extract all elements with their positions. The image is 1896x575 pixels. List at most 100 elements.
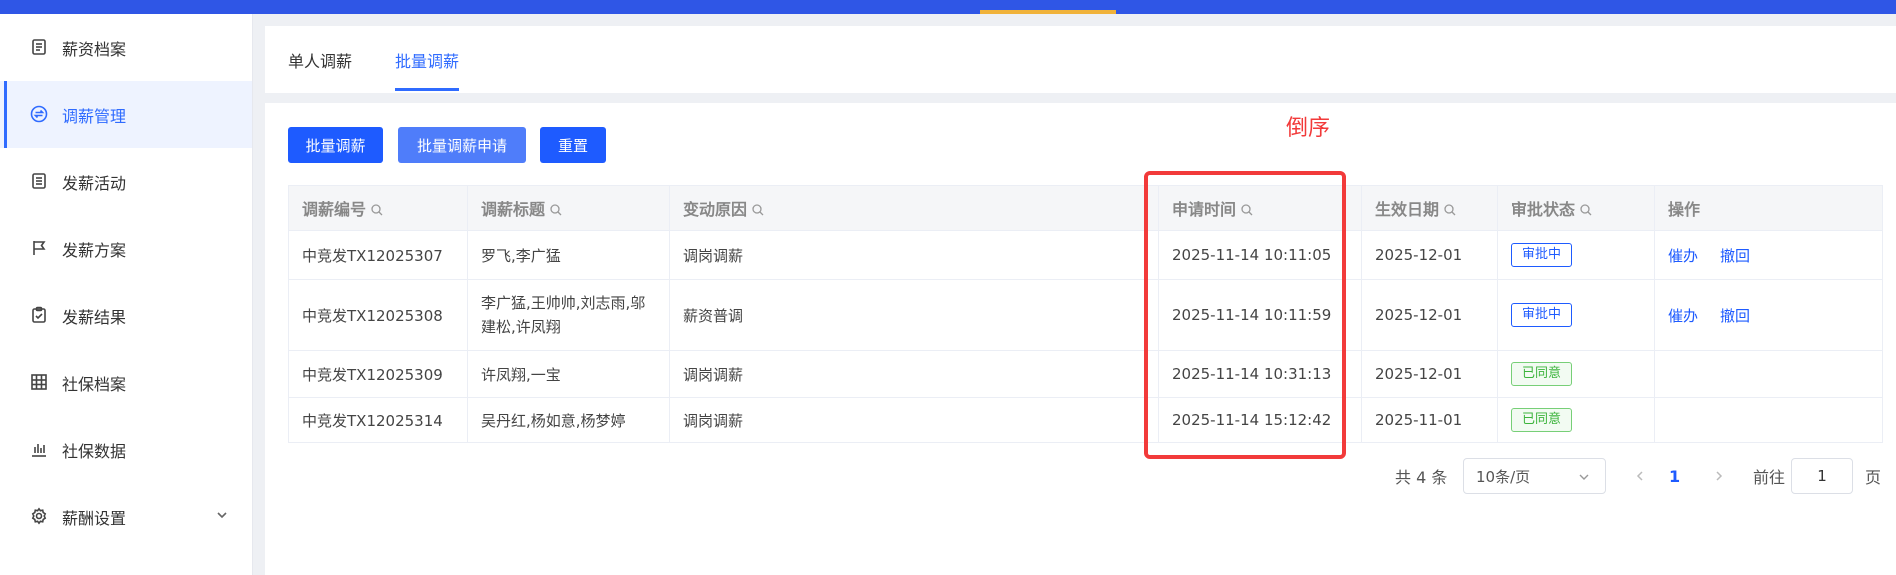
cell-apply-time: 2025-11-14 10:11:59 [1158,279,1362,351]
cell-reason: 调岗调薪 [669,350,1159,398]
sidebar-item-label: 社保档案 [62,374,127,394]
goto-page-input[interactable] [1791,458,1853,494]
cell-actions: 催办 撤回 [1654,230,1883,280]
search-icon[interactable] [752,204,764,216]
sidebar-item-payroll-result[interactable]: 发薪结果 [0,282,252,349]
page-size-value: 10条/页 [1476,467,1531,486]
search-icon[interactable] [1444,204,1456,216]
cell-title: 许凤翔,一宝 [467,350,670,398]
sidebar: 薪资档案 调薪管理 发薪活动 发薪方案 发薪结果 社保档案 社保数据 薪酬设置 [0,14,253,575]
gear-icon [28,505,50,527]
top-bar-active-indicator [980,10,1116,14]
prev-page-icon[interactable] [1634,458,1646,494]
sidebar-item-salary-adjustment[interactable]: 调薪管理 [0,81,252,148]
urge-link[interactable]: 催办 [1668,247,1698,265]
search-icon[interactable] [371,204,383,216]
exchange-icon [28,103,50,125]
cell-id: 中竞发TX12025308 [288,279,468,351]
cell-effective-date: 2025-11-01 [1361,397,1498,443]
cell-effective-date: 2025-12-01 [1361,279,1498,351]
table-row: 中竞发TX12025308 李广猛,王帅帅,刘志雨,邬建松,许凤翔 薪资普调 2… [288,279,1883,351]
cell-id: 中竞发TX12025309 [288,350,468,398]
sidebar-item-salary-archive[interactable]: 薪资档案 [0,14,252,81]
sidebar-item-label: 薪酬设置 [62,508,127,528]
search-icon[interactable] [1580,204,1592,216]
column-header-actions: 操作 [1654,185,1883,231]
document-icon [28,36,50,58]
cell-reason: 调岗调薪 [669,230,1159,280]
cell-status: 已同意 [1497,397,1655,443]
cell-reason: 调岗调薪 [669,397,1159,443]
clipboard-check-icon [28,304,50,326]
tab-bar: 单人调薪 批量调薪 [265,26,1896,93]
column-header-id[interactable]: 调薪编号 [288,185,468,231]
page-suffix-label: 页 [1865,468,1882,487]
sidebar-item-label: 发薪结果 [62,307,127,327]
table-row: 中竞发TX12025309 许凤翔,一宝 调岗调薪 2025-11-14 10:… [288,350,1883,398]
pagination-total: 共 4 条 [1395,468,1448,487]
sidebar-item-social-insurance-data[interactable]: 社保数据 [0,416,252,483]
column-header-status[interactable]: 审批状态 [1497,185,1655,231]
table-row: 中竞发TX12025314 吴丹红,杨如意,杨梦婷 调岗调薪 2025-11-1… [288,397,1883,443]
column-header-reason[interactable]: 变动原因 [669,185,1159,231]
cell-reason: 薪资普调 [669,279,1159,351]
cell-status: 审批中 [1497,279,1655,351]
cell-actions [1654,350,1883,398]
cell-actions: 催办 撤回 [1654,279,1883,351]
cell-id: 中竞发TX12025314 [288,397,468,443]
sidebar-item-label: 发薪活动 [62,173,127,193]
cell-effective-date: 2025-12-01 [1361,350,1498,398]
sidebar-item-compensation-settings[interactable]: 薪酬设置 [0,483,252,550]
cell-actions [1654,397,1883,443]
batch-apply-button[interactable]: 批量调薪申请 [398,127,526,163]
search-icon[interactable] [1241,204,1253,216]
search-icon[interactable] [550,204,562,216]
adjustment-table: 调薪编号 调薪标题 变动原因 申请时间 生效日期 审批状态 操作 中竞发TX12… [288,185,1883,443]
status-badge: 审批中 [1511,243,1573,267]
column-header-title[interactable]: 调薪标题 [467,185,670,231]
page-size-select[interactable]: 10条/页 [1463,458,1606,494]
tab-single-adjustment[interactable]: 单人调薪 [288,26,352,93]
sidebar-item-label: 发薪方案 [62,240,127,260]
sidebar-item-payroll-plan[interactable]: 发薪方案 [0,215,252,282]
reset-button[interactable]: 重置 [540,127,606,163]
annotation-text: 倒序 [1286,116,1331,141]
cell-apply-time: 2025-11-14 10:31:13 [1158,350,1362,398]
chevron-down-icon [1577,470,1591,484]
chevron-down-icon[interactable] [214,507,232,525]
column-header-apply-time[interactable]: 申请时间 [1158,185,1362,231]
bar-chart-icon [28,438,50,460]
building-icon [28,371,50,393]
cell-title: 罗飞,李广猛 [467,230,670,280]
withdraw-link[interactable]: 撤回 [1720,307,1750,325]
sidebar-item-social-insurance-archive[interactable]: 社保档案 [0,349,252,416]
page-number-current[interactable]: 1 [1669,458,1680,494]
top-bar [0,0,1896,14]
cell-effective-date: 2025-12-01 [1361,230,1498,280]
sidebar-item-payroll-activity[interactable]: 发薪活动 [0,148,252,215]
sidebar-item-label: 调薪管理 [62,106,127,126]
status-badge: 已同意 [1511,408,1573,432]
cell-status: 审批中 [1497,230,1655,280]
sidebar-item-label: 社保数据 [62,441,127,461]
cell-title: 吴丹红,杨如意,杨梦婷 [467,397,670,443]
goto-label: 前往 [1753,468,1786,487]
table-header: 调薪编号 调薪标题 变动原因 申请时间 生效日期 审批状态 操作 [288,185,1883,231]
status-badge: 已同意 [1511,362,1573,386]
cell-title: 李广猛,王帅帅,刘志雨,邬建松,许凤翔 [467,279,670,351]
flag-icon [28,237,50,259]
withdraw-link[interactable]: 撤回 [1720,247,1750,265]
list-doc-icon [28,170,50,192]
table-row: 中竞发TX12025307 罗飞,李广猛 调岗调薪 2025-11-14 10:… [288,230,1883,280]
main-content: 批量调薪 批量调薪申请 重置 调薪编号 调薪标题 变动原因 申请时间 生效日期 … [265,103,1896,575]
cell-apply-time: 2025-11-14 10:11:05 [1158,230,1362,280]
cell-apply-time: 2025-11-14 15:12:42 [1158,397,1362,443]
cell-status: 已同意 [1497,350,1655,398]
next-page-icon[interactable] [1713,458,1725,494]
urge-link[interactable]: 催办 [1668,307,1698,325]
batch-adjust-button[interactable]: 批量调薪 [288,127,383,163]
tab-batch-adjustment[interactable]: 批量调薪 [395,26,460,93]
cell-id: 中竞发TX12025307 [288,230,468,280]
column-header-effective-date[interactable]: 生效日期 [1361,185,1498,231]
sidebar-item-label: 薪资档案 [62,39,127,59]
